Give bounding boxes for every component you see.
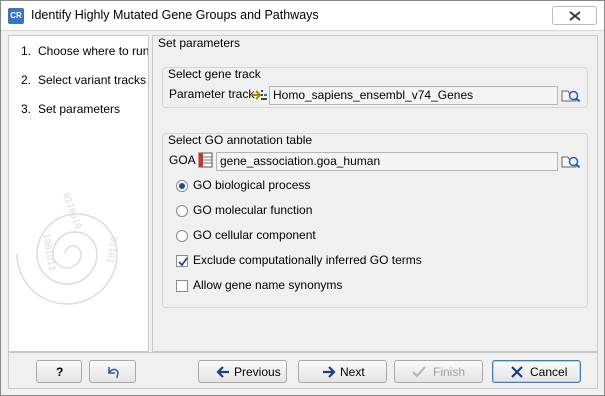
next-label: Next [340, 365, 365, 379]
title-bar: CR Identify Highly Mutated Gene Groups a… [1, 1, 604, 31]
step-2: 2. Select variant tracks [21, 73, 146, 87]
option-label: Allow gene name synonyms [193, 278, 343, 292]
go-annotation-group: Select GO annotation table GOA gene_asso… [162, 133, 588, 308]
step-number: 2. [21, 73, 32, 87]
step-number: 3. [21, 102, 32, 116]
table-icon [198, 152, 213, 168]
help-label: ? [56, 365, 64, 379]
button-bar: ? Previous Next Finish Cancel [8, 352, 598, 389]
parameter-track-label: Parameter track [169, 87, 255, 101]
help-button[interactable]: ? [36, 360, 82, 383]
finish-label: Finish [433, 365, 466, 379]
radio-button[interactable] [176, 230, 188, 242]
cancel-x-icon [511, 366, 523, 378]
option-label: Exclude computationally inferred GO term… [193, 253, 422, 267]
arrow-left-icon [216, 366, 229, 378]
gene-track-group: Select gene track Parameter track Homo_s… [162, 67, 588, 108]
browse-gene-track-button[interactable] [561, 85, 581, 105]
svg-text:1001011: 1001011 [40, 233, 56, 272]
parameter-track-field[interactable]: Homo_sapiens_ensembl_v74_Genes [269, 86, 558, 105]
arrow-right-icon [323, 366, 336, 378]
step-label: Set parameters [38, 102, 121, 116]
set-parameters-panel: Set parameters Select gene track Paramet… [152, 35, 598, 352]
app-icon: CR [8, 8, 24, 24]
goa-label: GOA [169, 153, 196, 167]
browse-goa-table-button[interactable] [561, 151, 581, 171]
browse-folder-icon [561, 156, 581, 169]
reset-button[interactable] [89, 360, 136, 383]
wizard-dialog: CR Identify Highly Mutated Gene Groups a… [0, 0, 605, 396]
svg-text:10110: 10110 [106, 236, 121, 264]
option-label: GO cellular component [193, 228, 316, 242]
option-label: GO molecular function [193, 203, 313, 217]
finish-button[interactable]: Finish [394, 360, 483, 383]
svg-text:0110010: 0110010 [60, 192, 82, 231]
checkbox-checked[interactable] [176, 255, 188, 267]
cancel-button[interactable]: Cancel [492, 360, 581, 383]
close-button[interactable] [552, 6, 597, 25]
gene-track-icon [251, 90, 267, 100]
step-number: 1. [21, 44, 32, 58]
browse-folder-icon [561, 90, 581, 103]
checkmark-icon [412, 366, 426, 378]
radio-button-selected[interactable] [176, 180, 188, 192]
close-icon [569, 11, 581, 21]
step-label: Select variant tracks [38, 73, 147, 87]
option-label: GO biological process [193, 178, 311, 192]
next-button[interactable]: Next [298, 360, 387, 383]
previous-label: Previous [234, 365, 281, 379]
step-3-current: 3. Set parameters [21, 102, 120, 116]
decorative-swirl-logo: 0110010 1001011 10110 [16, 192, 121, 305]
checkbox[interactable] [176, 280, 188, 292]
step-1: 1. Choose where to run [21, 44, 149, 58]
goa-table-field[interactable]: gene_association.goa_human [216, 152, 558, 171]
previous-button[interactable]: Previous [198, 360, 287, 383]
undo-arrow-icon [108, 367, 119, 379]
group-label: Select GO annotation table [168, 133, 313, 147]
panel-title: Set parameters [158, 36, 241, 50]
checkmark-icon [178, 257, 188, 267]
radio-button[interactable] [176, 205, 188, 217]
group-label: Select gene track [168, 67, 261, 81]
window-title: Identify Highly Mutated Gene Groups and … [31, 8, 319, 22]
step-label: Choose where to run [38, 44, 149, 58]
cancel-label: Cancel [530, 365, 568, 379]
wizard-steps-panel: 1. Choose where to run 2. Select variant t… [8, 35, 149, 352]
